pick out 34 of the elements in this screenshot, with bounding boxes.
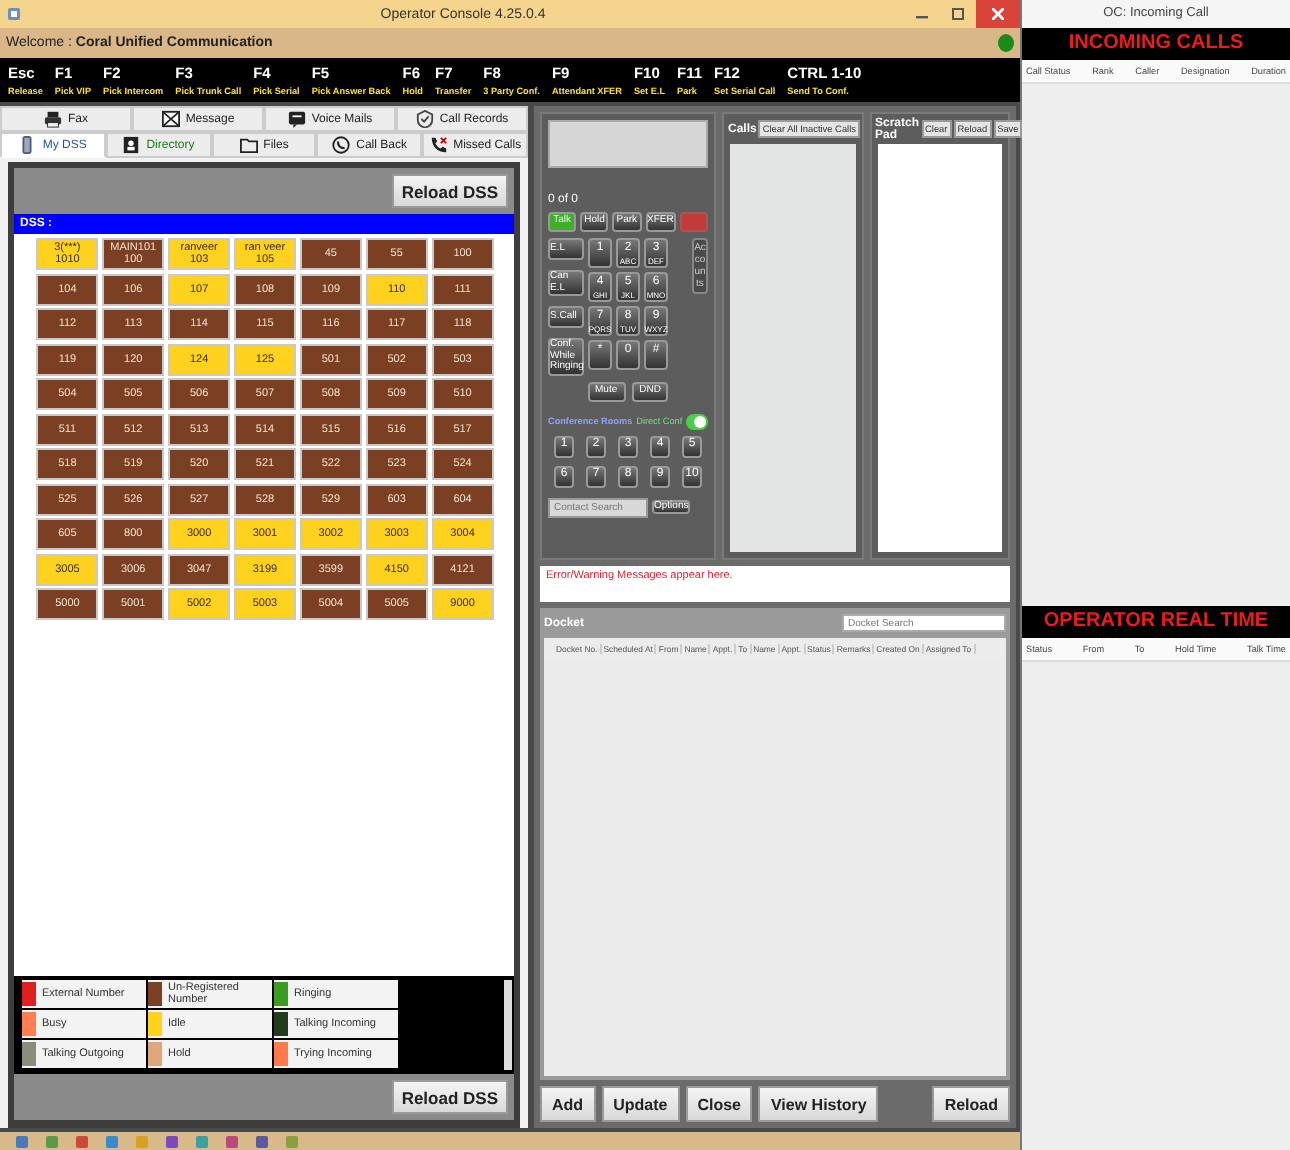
close-button[interactable] [976,0,1020,28]
close-icon[interactable] [992,8,1004,20]
app-icon[interactable] [106,1135,118,1147]
operator-real-time-header: OPERATOR REAL TIME [1022,606,1290,638]
app-icon[interactable] [166,1135,178,1147]
reload-dss-button[interactable]: Reload DSS [391,174,508,208]
docket-button[interactable]: View History [758,1086,879,1122]
app-icon[interactable] [286,1135,298,1147]
docket-button[interactable]: Add [540,1086,596,1122]
tab-icon [43,110,62,128]
tab-icon [287,110,306,128]
tab-icon [122,136,141,154]
app-icon[interactable] [256,1135,268,1147]
tab-icon [429,136,448,154]
app-icon[interactable] [76,1135,88,1147]
scrollbar [504,980,512,1070]
tab-icon [161,110,180,128]
app-icon[interactable] [16,1135,28,1147]
scratch-pad-field[interactable] [877,144,1002,552]
tab-icon [415,110,434,128]
tab-icon [332,136,351,154]
tab-icon [239,136,258,154]
maximize-icon[interactable] [952,8,964,20]
docket-button[interactable]: Close [685,1086,753,1122]
docket-button[interactable]: Update [601,1086,680,1122]
app-icon[interactable] [226,1135,238,1147]
toggle-switch[interactable] [686,413,709,429]
app-icon[interactable] [46,1135,58,1147]
reload-dss-button[interactable]: Reload DSS [391,1080,508,1114]
app-icon [6,6,22,22]
app-icon[interactable] [196,1135,208,1147]
tab-icon [18,136,37,154]
incoming-calls-header: INCOMING CALLS [1022,28,1290,60]
reload-button[interactable]: Reload [932,1086,1010,1122]
